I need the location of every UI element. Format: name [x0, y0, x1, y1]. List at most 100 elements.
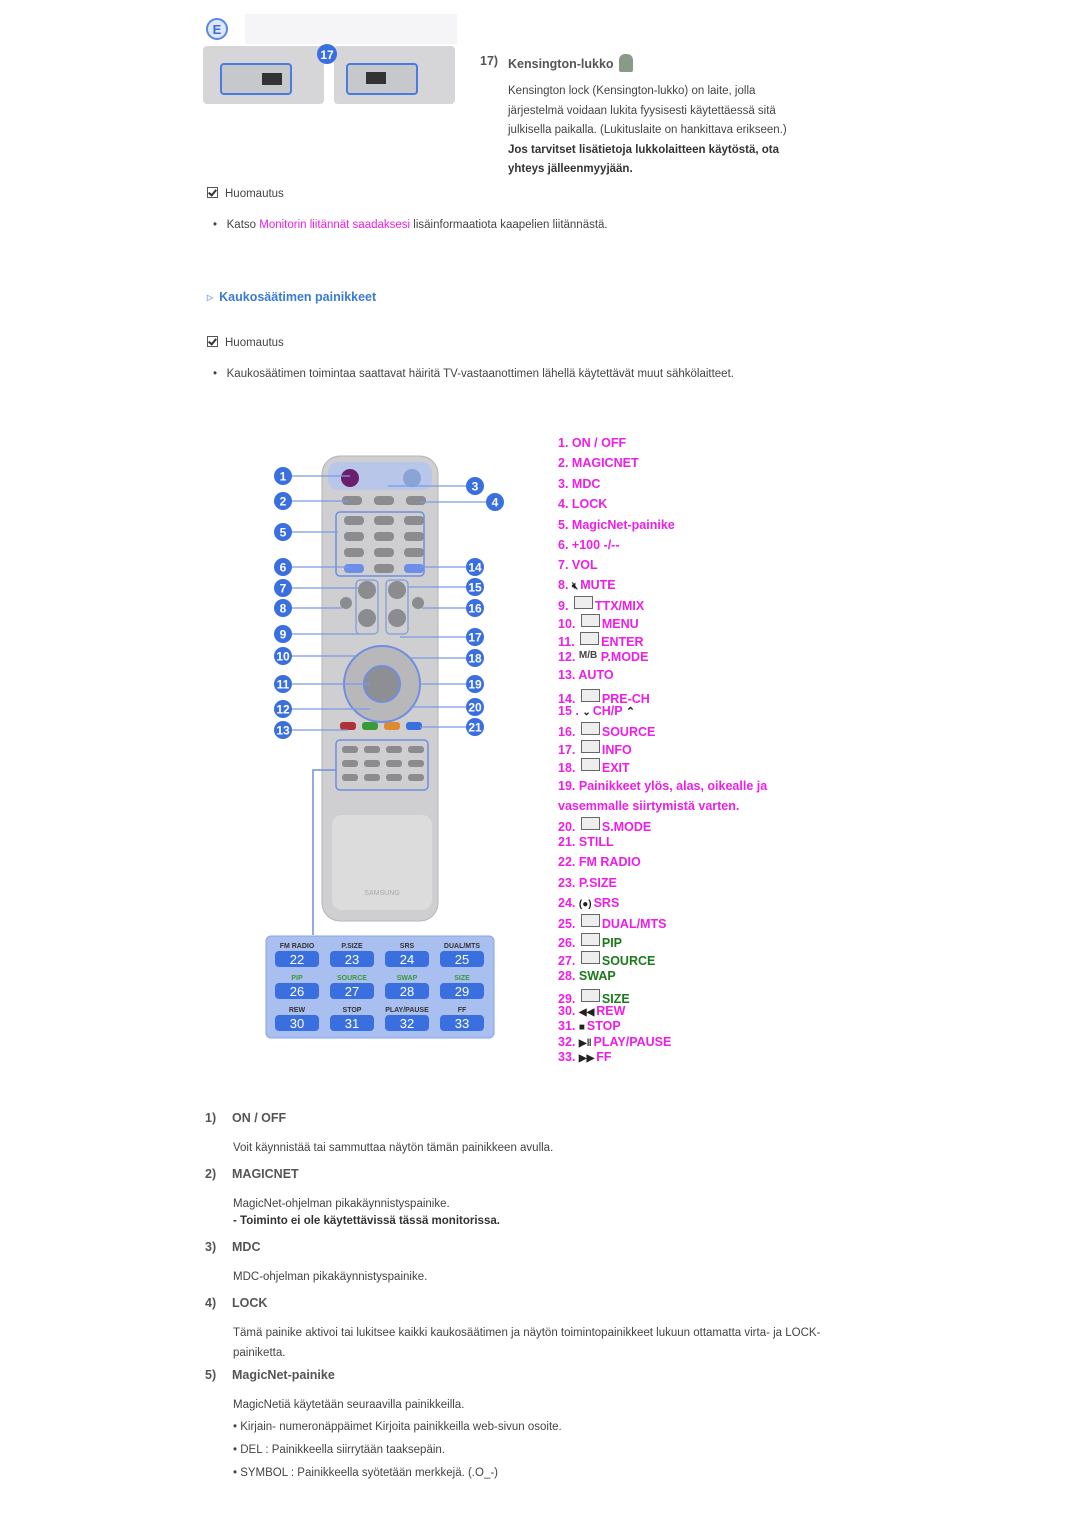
- legend-number: 3.: [558, 477, 569, 491]
- keypad-label: REW: [289, 1007, 306, 1014]
- keypad-label: DUAL/MTS: [444, 943, 480, 950]
- monitor-connections-link[interactable]: Monitorin liitännät saadaksesi: [259, 219, 410, 231]
- detail-title: MDC: [232, 1240, 261, 1254]
- legend-label: P.SIZE: [578, 876, 617, 890]
- legend-number: 17.: [558, 743, 576, 757]
- note-text-suffix: lisäinformaatiota kaapelien liitännästä.: [410, 219, 608, 231]
- legend-item: 6. +100 -/--: [558, 538, 620, 552]
- legend-label: PLAY/PAUSE: [593, 1035, 672, 1049]
- legend-item: 11. ENTER: [558, 632, 644, 649]
- legend-item: 21. STILL: [558, 835, 614, 849]
- note-text: Kaukosäätimen toimintaa saattavat häirit…: [226, 368, 734, 380]
- legend-label: LOCK: [571, 497, 608, 511]
- callout-20: 20: [468, 701, 482, 715]
- callout-21: 21: [468, 721, 482, 735]
- legend-number: 2.: [558, 456, 569, 470]
- pip-icon: [580, 933, 600, 946]
- legend-label: MAGICNET: [571, 456, 639, 470]
- media-key: [342, 746, 358, 753]
- menu-icon: [580, 614, 600, 627]
- rewind-icon: ◀◀: [578, 1007, 595, 1018]
- legend-label: ON / OFF: [571, 436, 627, 450]
- legend-item: 32. ▶‖ PLAY/PAUSE: [558, 1035, 671, 1049]
- callout-14: 14: [468, 561, 482, 575]
- callout-7: 7: [280, 582, 287, 596]
- number-key: [374, 564, 394, 573]
- detail-text: • DEL : Painikkeella siirrytään taaksepä…: [233, 1444, 445, 1456]
- note-heading-2: Huomautus: [207, 336, 284, 349]
- keypad-label: STOP: [343, 1007, 362, 1014]
- legend-label: REW: [596, 1004, 626, 1018]
- color-button: [384, 722, 400, 730]
- callout-8: 8: [280, 602, 287, 616]
- legend-number: 23.: [558, 876, 576, 890]
- callout-6: 6: [280, 561, 287, 575]
- callout-17: 17: [468, 631, 482, 645]
- legend-number: 16.: [558, 725, 576, 739]
- callout-13: 13: [276, 724, 290, 738]
- info-icon: [580, 740, 600, 753]
- media-key: [408, 746, 424, 753]
- keypad-label: FF: [458, 1007, 467, 1014]
- legend-item: 2. MAGICNET: [558, 456, 639, 470]
- legend-label: SRS: [593, 896, 620, 910]
- play-pause-icon: ▶‖: [578, 1038, 592, 1049]
- dual-icon: [580, 914, 600, 927]
- detail-text: MagicNet-ohjelman pikakäynnistyspainike.: [233, 1198, 450, 1210]
- rocker-button: [358, 609, 376, 627]
- detail-text: MagicNetiä käytetään seuraavilla painikk…: [233, 1399, 465, 1411]
- keypad-label: P.SIZE: [341, 943, 363, 950]
- chevron-up-icon: ⌃: [625, 706, 636, 718]
- legend-label: PIP: [601, 936, 623, 950]
- fast-forward-icon: ▶▶: [578, 1053, 595, 1064]
- stop-icon: ■: [578, 1022, 585, 1033]
- legend-number: 10.: [558, 617, 576, 631]
- media-key: [364, 760, 380, 767]
- legend-item: 30. ◀◀ REW: [558, 1004, 625, 1018]
- number-key: [344, 516, 364, 525]
- legend-item: 13. AUTO: [558, 668, 614, 682]
- detail-title: MagicNet-painike: [232, 1368, 335, 1382]
- callout-1: 1: [280, 470, 287, 484]
- legend-label: TTX/MIX: [594, 599, 645, 613]
- legend-item: 22. FM RADIO: [558, 855, 641, 869]
- callout-10: 10: [276, 650, 290, 664]
- srs-icon: (●): [578, 899, 592, 910]
- keypad-label: SWAP: [397, 975, 418, 982]
- legend-number: 19.: [558, 779, 576, 793]
- source-icon: [580, 722, 600, 735]
- keypad-label: SRS: [400, 943, 415, 950]
- keypad-label: PIP: [291, 975, 303, 982]
- detail-number: 2): [205, 1167, 217, 1181]
- keypad-label: SIZE: [454, 975, 470, 982]
- kensington-bold-note: Jos tarvitset lisätietoja lukkolaitteen …: [508, 143, 779, 176]
- legend-item: 33. ▶▶ FF: [558, 1050, 612, 1064]
- legend-number: 26.: [558, 936, 576, 950]
- callout-16: 16: [468, 602, 482, 616]
- legend-label: ENTER: [601, 635, 644, 649]
- arrow-right-icon: ▷: [207, 293, 214, 302]
- kensington-description: Kensington lock (Kensington-lukko) on la…: [508, 82, 813, 180]
- number-key: [404, 564, 424, 573]
- rocker-button: [358, 581, 376, 599]
- legend-item: 1. ON / OFF: [558, 436, 626, 450]
- legend-item: 28. SWAP: [558, 969, 616, 983]
- number-key: [344, 532, 364, 541]
- legend-item: 24. (●) SRS: [558, 896, 619, 910]
- legend-label: Painikkeet ylös, alas, oikealle ja vasem…: [558, 779, 768, 813]
- legend-label: VOL: [571, 558, 598, 572]
- number-key: [344, 564, 364, 573]
- legend-item: 15 . ⌄ CH/P ⌃: [558, 704, 635, 718]
- keypad-number: 22: [290, 952, 304, 967]
- media-key: [386, 774, 402, 781]
- legend-number: 7.: [558, 558, 569, 572]
- legend-label: INFO: [601, 743, 632, 757]
- legend-item: 31. ■ STOP: [558, 1019, 621, 1033]
- detail-heading: 5) MagicNet-painike: [205, 1368, 335, 1382]
- detail-heading: 4) LOCK: [205, 1296, 267, 1310]
- item-number: 17): [480, 54, 499, 68]
- callout-12: 12: [276, 703, 290, 717]
- legend-item: 7. VOL: [558, 558, 598, 572]
- legend-item: 27. SOURCE: [558, 951, 655, 968]
- rocker-button: [388, 581, 406, 599]
